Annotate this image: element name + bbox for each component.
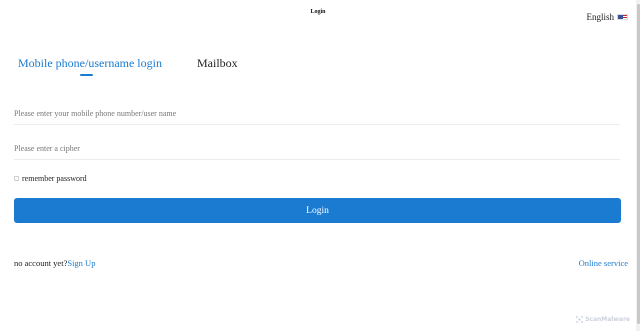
login-button[interactable]: Login xyxy=(14,198,621,223)
page-title: Login xyxy=(310,9,326,15)
tab-mailbox[interactable]: Mailbox xyxy=(197,56,238,71)
scrollbar[interactable] xyxy=(636,0,640,331)
watermark-text: ScanMalware xyxy=(585,316,630,323)
remember-password-option[interactable]: remember password xyxy=(14,174,87,183)
tab-mobile-username-login[interactable]: Mobile phone/username login xyxy=(18,56,162,76)
tab-label: Mailbox xyxy=(196,56,238,70)
remember-password-checkbox[interactable] xyxy=(14,176,19,181)
password-field xyxy=(14,138,620,160)
signup-link[interactable]: Sign Up xyxy=(67,258,95,268)
remember-password-label: remember password xyxy=(22,174,87,183)
active-tab-indicator xyxy=(80,74,93,76)
watermark: ScanMalware xyxy=(576,316,630,323)
scrollbar-thumb[interactable] xyxy=(636,4,640,324)
us-flag-icon xyxy=(617,14,628,20)
title-bar: Login xyxy=(0,0,636,16)
language-label: English xyxy=(586,12,614,22)
scan-logo-icon xyxy=(576,316,583,323)
username-field xyxy=(14,103,620,125)
username-input[interactable] xyxy=(14,103,620,124)
signup-prompt: no account yet?Sign Up xyxy=(14,258,95,268)
password-input[interactable] xyxy=(14,138,620,159)
tab-label: Mobile phone/username login xyxy=(18,56,162,70)
online-service-link[interactable]: Online service xyxy=(579,258,628,268)
language-selector[interactable]: English xyxy=(586,12,628,22)
login-tabs: Mobile phone/username login Mailbox xyxy=(18,56,238,76)
no-account-text: no account yet? xyxy=(14,258,68,268)
